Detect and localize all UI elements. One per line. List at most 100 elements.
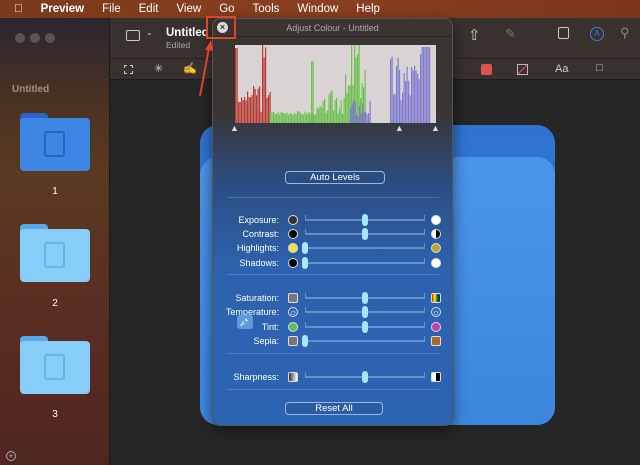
sidebar: Untitled 1 2 3 + (0, 18, 110, 465)
slider-track[interactable] (305, 258, 425, 264)
black-level-slider[interactable]: ▲ (230, 123, 239, 133)
close-window-button[interactable] (15, 33, 25, 43)
auto-levels-button[interactable]: Auto Levels (285, 171, 385, 184)
histogram-bar (283, 112, 285, 123)
slider-track[interactable] (305, 336, 425, 342)
add-page-button[interactable]: + (6, 451, 16, 461)
share-icon[interactable]: ⇧ (468, 26, 481, 44)
sketch-icon[interactable]: ✍ (183, 62, 197, 75)
instant-alpha-icon[interactable]: ✳ (154, 62, 163, 75)
zoom-window-button[interactable] (45, 33, 55, 43)
fill-color-icon[interactable] (517, 64, 528, 75)
histogram-bar (412, 70, 414, 123)
apple-menu-icon[interactable]:  (14, 3, 23, 15)
histogram-bar (368, 113, 370, 123)
slider-knob[interactable] (362, 306, 368, 318)
histogram-bar (356, 114, 358, 123)
reset-all-button[interactable]: Reset All (285, 402, 383, 415)
histogram-bar (247, 91, 249, 123)
markup-pencil-icon[interactable]: ✎ (505, 26, 516, 42)
histogram-bar (260, 111, 262, 123)
histogram-bar (273, 111, 275, 123)
histogram-bar (346, 93, 348, 123)
histogram-bar (254, 88, 256, 123)
histogram-bar (274, 113, 276, 123)
white-level-slider[interactable]: ▲ (431, 123, 440, 133)
page-thumbnail-3[interactable] (20, 336, 90, 394)
histogram-bar (424, 47, 426, 123)
histogram-bar (327, 110, 329, 123)
menu-window[interactable]: Window (297, 3, 338, 15)
search-icon[interactable]: ⚲ (620, 25, 630, 41)
minimize-window-button[interactable] (30, 33, 40, 43)
note-icon[interactable]: □ (596, 62, 603, 74)
histogram-bar (423, 47, 425, 123)
histogram-bar (360, 113, 362, 123)
histogram-bar (429, 47, 431, 123)
sepia-slider-row: Sepia: (213, 335, 452, 347)
histogram-bar (400, 100, 402, 123)
shadows-slider-row: Shadows: (213, 257, 452, 269)
histogram-bar (411, 67, 413, 123)
histogram-bar (291, 113, 293, 123)
close-button-highlight (206, 16, 236, 39)
chevron-down-icon[interactable]: ⌄ (146, 28, 153, 37)
menu-tools[interactable]: Tools (253, 3, 280, 15)
menu-view[interactable]: View (176, 3, 201, 15)
histogram-bar (343, 97, 345, 123)
markup-icon[interactable]: A (590, 27, 604, 41)
histogram-bar (366, 114, 368, 123)
slider-track[interactable] (305, 243, 425, 249)
histogram-bar (236, 48, 238, 123)
midtone-level-slider[interactable]: ▲ (395, 123, 404, 133)
histogram-bar (288, 114, 290, 123)
slider-knob[interactable] (362, 214, 368, 226)
page-thumbnail-1[interactable] (20, 113, 90, 171)
selection-tool-icon[interactable] (124, 65, 133, 74)
slider-knob[interactable] (302, 335, 308, 347)
slider-knob[interactable] (362, 321, 368, 333)
menu-help[interactable]: Help (356, 3, 380, 15)
sharpness-high-icon (431, 372, 441, 382)
menu-edit[interactable]: Edit (139, 3, 159, 15)
slider-knob[interactable] (362, 371, 368, 383)
border-color-icon[interactable] (481, 64, 492, 75)
histogram-bar (256, 95, 258, 123)
rotate-icon[interactable] (558, 27, 569, 39)
histogram-bar (266, 97, 268, 123)
slider-label: Contrast: (242, 229, 279, 239)
menu-app-preview[interactable]: Preview (41, 3, 84, 15)
histogram-bar (342, 114, 344, 123)
exposure-slider-row: Exposure: (213, 214, 452, 226)
text-style-button[interactable]: Aa (555, 63, 568, 75)
slider-knob[interactable] (362, 228, 368, 240)
histogram-bar (426, 47, 428, 123)
sharpness-low-icon (288, 372, 298, 382)
slider-label: Sepia: (253, 336, 279, 346)
histogram-bar (353, 99, 355, 123)
histogram-bar (277, 112, 279, 123)
histogram-bar (248, 97, 250, 123)
menu-go[interactable]: Go (219, 3, 234, 15)
slider-knob[interactable] (302, 242, 308, 254)
slider-knob[interactable] (362, 292, 368, 304)
sidebar-toggle-icon[interactable] (126, 30, 140, 41)
slider-knob[interactable] (302, 257, 308, 269)
histogram-bar (328, 94, 330, 123)
histogram-bar (369, 100, 371, 123)
document-title[interactable]: Untitled (166, 27, 209, 39)
histogram-bar (351, 103, 353, 123)
divider (227, 353, 439, 354)
adjust-colour-panel: Adjust Colour - Untitled × ▲ ▲ ▲ Auto Le… (212, 18, 453, 426)
histogram-bar (402, 92, 404, 123)
sepia-low-icon (288, 336, 298, 346)
histogram-bar (235, 48, 237, 123)
page-thumbnail-2[interactable] (20, 224, 90, 282)
exposure-high-icon (431, 215, 441, 225)
histogram-bar (403, 72, 405, 123)
histogram-bar (265, 47, 267, 123)
menu-file[interactable]: File (102, 3, 121, 15)
eyedropper-button[interactable]: 💉 (237, 315, 253, 329)
histogram-bar (259, 86, 261, 123)
histogram-bar (262, 45, 264, 123)
